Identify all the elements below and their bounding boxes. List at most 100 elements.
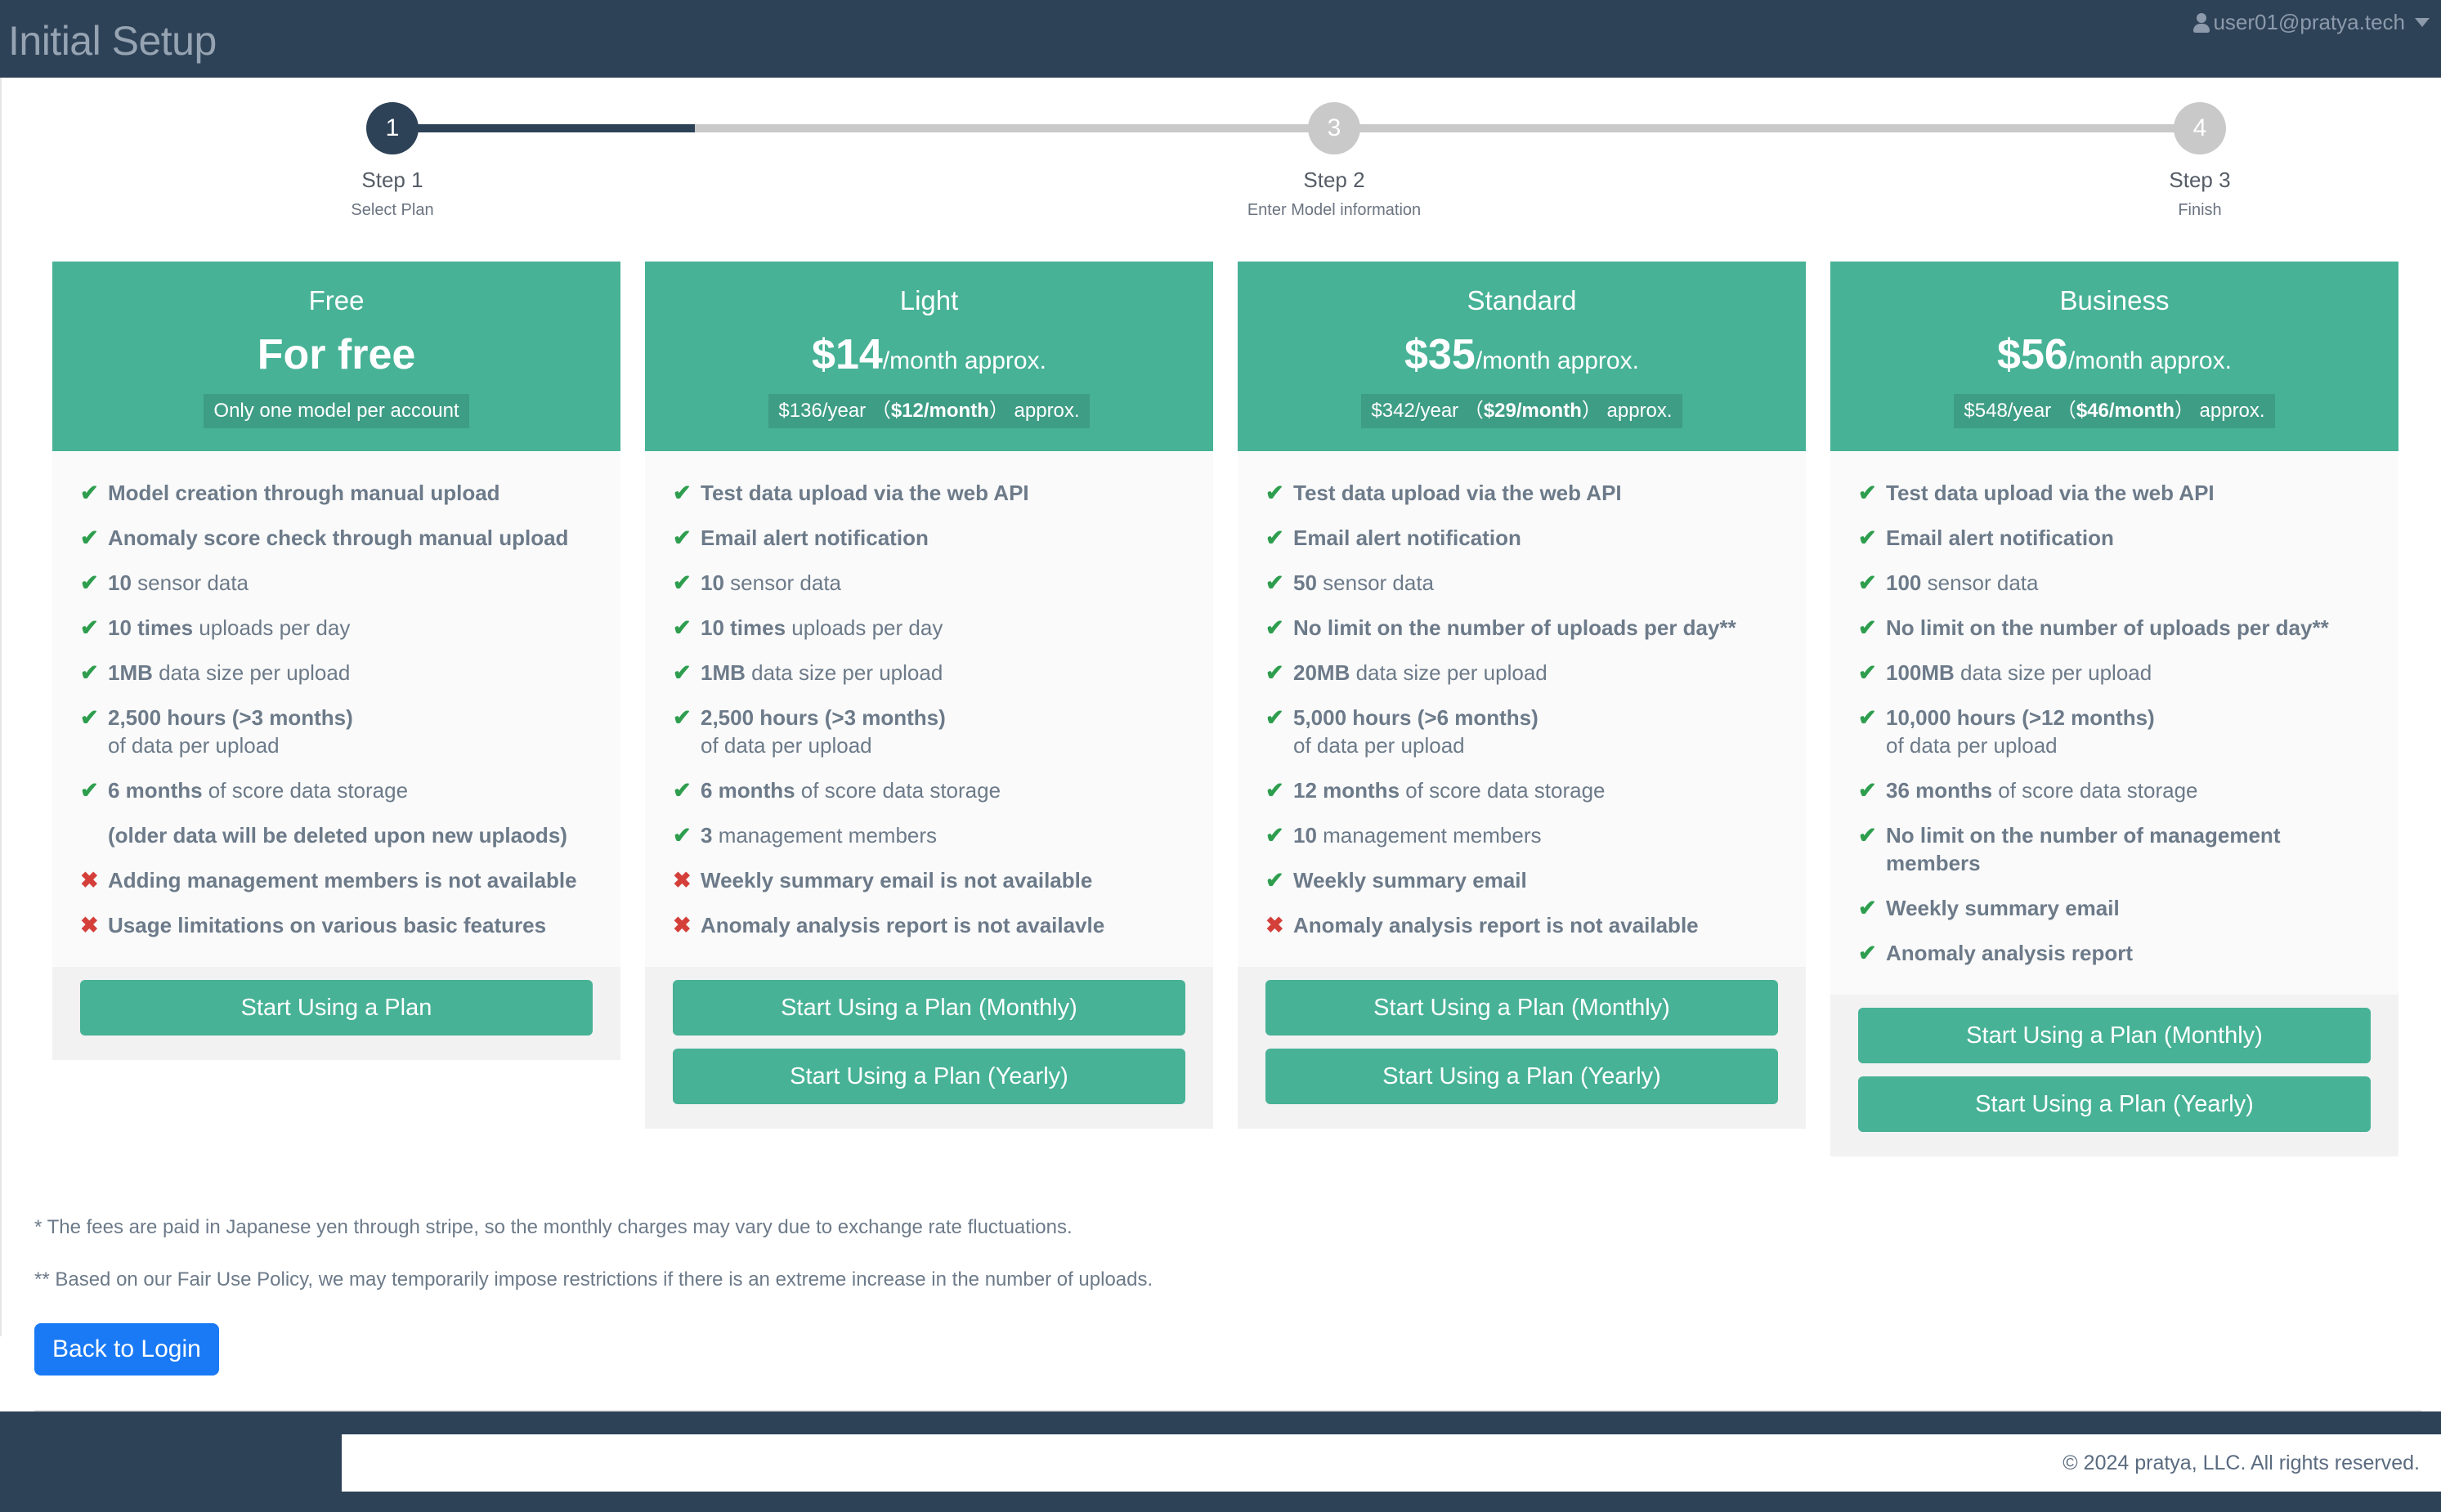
plan-feature-rest: sensor data [1921, 570, 2039, 595]
step-circle-1: 1 [366, 102, 419, 154]
plan-feature-highlight: Weekly summary email [1886, 896, 2120, 920]
start-using-plan-button[interactable]: Start Using a Plan (Monthly) [1858, 1008, 2371, 1063]
plan-feature-highlight: 2,500 hours (>3 months) [108, 705, 353, 730]
plan-feature-highlight: Anomaly analysis report [1886, 941, 2133, 965]
plan-badge-wrap: $548/year （$46/month） approx. [1847, 394, 2382, 428]
plan-price: $35/month approx. [1254, 333, 1789, 382]
stepper-step-2[interactable]: 3 Step 2 Enter Model information [1236, 102, 1432, 220]
stepper-track-progress [392, 124, 695, 132]
plan-feature-highlight: 3 [701, 823, 713, 848]
plan-card: Free For free Only one model per account ✔ M… [52, 262, 620, 1060]
plan-feature-text: Usage limitations on various basic featu… [108, 911, 593, 939]
check-icon: ✔ [1858, 823, 1877, 848]
check-icon: ✔ [673, 823, 692, 848]
cross-icon: ✖ [673, 868, 692, 892]
plan-feature-item: ✔ Anomaly analysis report [1858, 939, 2371, 967]
plan-feature-highlight: Weekly summary email is not available [701, 868, 1093, 892]
plan-header: Free For free Only one model per account [52, 262, 620, 451]
plan-price: For free [69, 333, 604, 382]
plan-badge: Only one model per account [204, 394, 469, 428]
plan-feature-text: 6 months of score data storage [108, 776, 593, 804]
check-icon: ✔ [80, 660, 99, 685]
plan-feature-highlight: No limit on the number of management mem… [1886, 823, 2281, 875]
plan-feature-text: 12 months of score data storage [1293, 776, 1778, 804]
footer-band: © 2024 pratya, LLC. All rights reserved. [342, 1434, 2441, 1492]
start-using-plan-button[interactable]: Start Using a Plan (Yearly) [1858, 1076, 2371, 1132]
plan-feature-item: ✔ 1MB data size per upload [80, 659, 593, 687]
copyright-text: © 2024 pratya, LLC. All rights reserved. [2063, 1451, 2420, 1474]
plan-feature-text: Weekly summary email [1886, 894, 2371, 922]
plan-feature-highlight: 10 [108, 570, 132, 595]
plan-feature-item: ✔ 1MB data size per upload [673, 659, 1185, 687]
stepper-step-3[interactable]: 4 Step 3 Finish [2102, 102, 2298, 220]
plan-feature-item: ✔ 12 months of score data storage [1265, 776, 1778, 804]
plan-badge: $342/year （$29/month） approx. [1361, 394, 1682, 428]
plan-list: Free For free Only one model per account ✔ M… [52, 262, 2398, 1156]
start-using-plan-button[interactable]: Start Using a Plan (Yearly) [1265, 1049, 1778, 1104]
plan-feature-highlight: 5,000 hours (>6 months) [1293, 705, 1539, 730]
check-icon: ✔ [1265, 823, 1284, 848]
plan-price-amount: $14 [812, 331, 883, 378]
plan-feature-text: 100MB data size per upload [1886, 659, 2371, 687]
step-number-2: 3 [1327, 114, 1341, 141]
start-using-plan-button[interactable]: Start Using a Plan [80, 980, 593, 1036]
start-using-plan-button[interactable]: Start Using a Plan (Yearly) [673, 1049, 1185, 1104]
plan-price-suffix: /month approx. [882, 347, 1046, 374]
plan-feature-rest: data size per upload [152, 660, 351, 685]
plan-feature-rest: sensor data [723, 570, 842, 595]
check-icon: ✔ [80, 570, 99, 595]
start-using-plan-button[interactable]: Start Using a Plan (Monthly) [673, 980, 1185, 1036]
user-email-label: user01@pratya.tech [2213, 10, 2405, 34]
check-icon: ✔ [673, 526, 692, 550]
step-number-3: 4 [2192, 114, 2207, 141]
cross-icon: ✖ [673, 913, 692, 937]
check-icon: ✔ [1265, 570, 1284, 595]
plan-feature-text: (older data will be deleted upon new upl… [108, 821, 593, 849]
plan-feature-item: ✔ 10 times uploads per day [80, 614, 593, 642]
start-using-plan-button[interactable]: Start Using a Plan (Monthly) [1265, 980, 1778, 1036]
plan-feature-item: ✖ Adding management members is not availa… [80, 866, 593, 894]
plan-feature-highlight: 2,500 hours (>3 months) [701, 705, 946, 730]
user-icon [2192, 12, 2211, 34]
plan-feature-highlight: No limit on the number of uploads per da… [1293, 615, 1736, 640]
plan-feature-highlight: Email alert notification [1886, 526, 2114, 550]
page-root: Initial Setup user01@pratya.tech 1 Step … [0, 0, 2441, 1512]
plan-feature-text: 1MB data size per upload [701, 659, 1185, 687]
plan-feature-rest: uploads per day [193, 615, 351, 640]
plan-feature-highlight: No limit on the number of uploads per da… [1886, 615, 2329, 640]
plan-actions: Start Using a Plan (Monthly) Start Using … [1830, 995, 2398, 1156]
stepper-step-1[interactable]: 1 Step 1 Select Plan [294, 102, 490, 220]
plan-feature-text: 10 times uploads per day [108, 614, 593, 642]
step-label-3: Step 3 [2169, 168, 2231, 192]
plan-header: Light $14/month approx. $136/year （$12/mon… [645, 262, 1213, 451]
footer: © 2024 pratya, LLC. All rights reserved. [0, 1411, 2441, 1512]
user-menu[interactable]: user01@pratya.tech [2192, 10, 2441, 35]
plan-name: Free [308, 285, 365, 315]
plan-feature-text: 2,500 hours (>3 months) of data per uploa… [701, 704, 1185, 759]
check-icon: ✔ [1858, 660, 1877, 685]
plan-feature-item: ✔ 20MB data size per upload [1265, 659, 1778, 687]
plan-badge: $548/year （$46/month） approx. [1954, 394, 2275, 428]
plan-feature-text: 20MB data size per upload [1293, 659, 1778, 687]
plan-feature-text: Email alert notification [701, 524, 1185, 552]
plan-feature-text: 6 months of score data storage [701, 776, 1185, 804]
plan-feature-item: ✔ Email alert notification [673, 524, 1185, 552]
back-to-login-button[interactable]: Back to Login [34, 1323, 219, 1376]
step-circle-2: 3 [1308, 102, 1360, 154]
plan-feature-rest: sensor data [131, 570, 249, 595]
plan-feature-item: ✔ 10 sensor data [673, 569, 1185, 597]
plan-price-amount: For free [257, 331, 416, 378]
plan-feature-highlight: Anomaly analysis report is not availavle [701, 913, 1105, 937]
check-icon: ✔ [80, 705, 99, 730]
plan-badge-prefix: $548/year （ [1964, 400, 2076, 422]
plan-badge-wrap: $342/year （$29/month） approx. [1254, 394, 1789, 428]
plan-feature-highlight: 6 months [108, 778, 203, 803]
plan-feature-item: ✔ Email alert notification [1858, 524, 2371, 552]
plan-badge-highlight: $46/month [2076, 400, 2175, 422]
stepper: 1 Step 1 Select Plan 3 Step 2 Enter Mode… [2, 102, 2441, 249]
plan-feature-rest: of score data storage [795, 778, 1001, 803]
plan-feature-subtext: of data per upload [108, 733, 280, 758]
plan-feature-highlight: 1MB [701, 660, 746, 685]
plan-feature-list: ✔ Test data upload via the web API ✔ Email … [1238, 451, 1806, 967]
plan-feature-highlight: 10 [1293, 823, 1317, 848]
